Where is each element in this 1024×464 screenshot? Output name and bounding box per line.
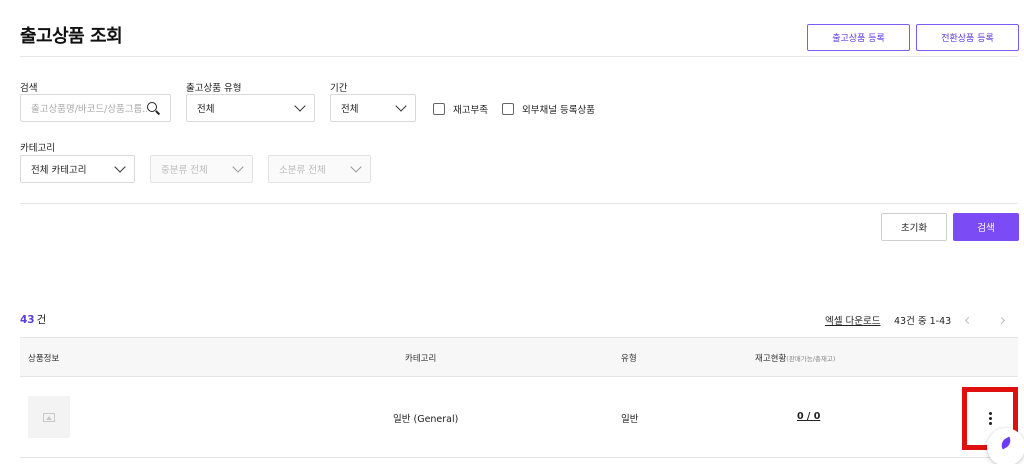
next-page-button[interactable] [995,314,1007,326]
search-input[interactable]: 출고상품명/바코드/상품그룹... [20,94,171,122]
row-category: 일반 (General) [393,414,459,425]
pagination-info: 43건 중 1-43 [894,316,952,327]
low-stock-checkbox[interactable]: 재고부족 [433,102,488,116]
page-title: 출고상품 조회 [20,26,123,47]
header-stock-sub: (판매가능/총재고) [786,355,836,363]
search-button[interactable]: 검색 [953,213,1019,241]
product-type-label: 출고상품 유형 [186,83,242,94]
header-stock-label: 재고현황 [755,354,787,364]
image-placeholder-icon [43,412,55,422]
search-placeholder: 출고상품명/바코드/상품그룹... [31,104,147,115]
checkbox-icon[interactable] [433,103,445,115]
search-label: 검색 [20,83,38,94]
header-stock: 재고현황(판매가능/총재고) [755,352,835,364]
chevron-right-icon [997,316,1005,324]
more-vertical-icon-dot [988,422,992,425]
period-value: 전체 [341,104,359,115]
chat-support-button[interactable] [987,428,1024,464]
result-count-unit: 건 [36,314,47,326]
category-label: 카테고리 [20,143,55,154]
mid-category-placeholder: 중분류 전체 [161,165,208,176]
chevron-down-icon [350,161,362,173]
product-type-value: 전체 [197,104,215,115]
register-outbound-product-button[interactable]: 출고상품 등록 [807,24,910,51]
external-channel-label: 외부채널 등록상품 [522,105,595,116]
table-header: 상품정보 카테고리 유형 재고현황(판매가능/총재고) [20,337,1018,377]
chevron-down-icon [114,161,126,173]
external-channel-checkbox[interactable]: 외부채널 등록상품 [502,102,595,116]
result-count: 43 건 [20,312,46,327]
reset-button[interactable]: 초기화 [881,213,947,241]
more-vertical-icon-dot [988,417,992,420]
result-count-number: 43 [20,314,35,326]
chevron-left-icon [964,316,972,324]
chevron-down-icon [294,100,306,112]
period-select[interactable]: 전체 [330,94,416,122]
register-conversion-product-button[interactable]: 전환상품 등록 [916,24,1019,51]
period-label: 기간 [330,83,348,94]
mid-category-select: 중분류 전체 [150,155,253,183]
sub-category-placeholder: 소분류 전체 [279,165,326,176]
search-icon[interactable] [147,101,160,115]
chevron-down-icon [232,161,244,173]
more-vertical-icon [988,412,992,415]
row-stock-link[interactable]: 0 / 0 [797,411,820,422]
product-thumbnail [28,396,70,438]
category-select[interactable]: 전체 카테고리 [20,155,135,183]
filter-divider [20,203,1018,204]
previous-page-button[interactable] [962,314,974,326]
category-value: 전체 카테고리 [31,165,87,176]
low-stock-label: 재고부족 [453,105,488,116]
chevron-down-icon [395,100,407,112]
sub-category-select: 소분류 전체 [268,155,371,183]
header-category: 카테고리 [405,354,437,364]
excel-download-link[interactable]: 엑셀 다운로드 [825,313,880,327]
product-type-select[interactable]: 전체 [186,94,315,122]
header-product-info: 상품정보 [28,354,60,364]
row-type: 일반 [621,414,639,425]
header-divider [20,56,1018,57]
header-type: 유형 [621,354,637,364]
checkbox-icon[interactable] [502,103,514,115]
table-row[interactable]: 일반 (General) 일반 0 / 0 [20,377,1018,458]
